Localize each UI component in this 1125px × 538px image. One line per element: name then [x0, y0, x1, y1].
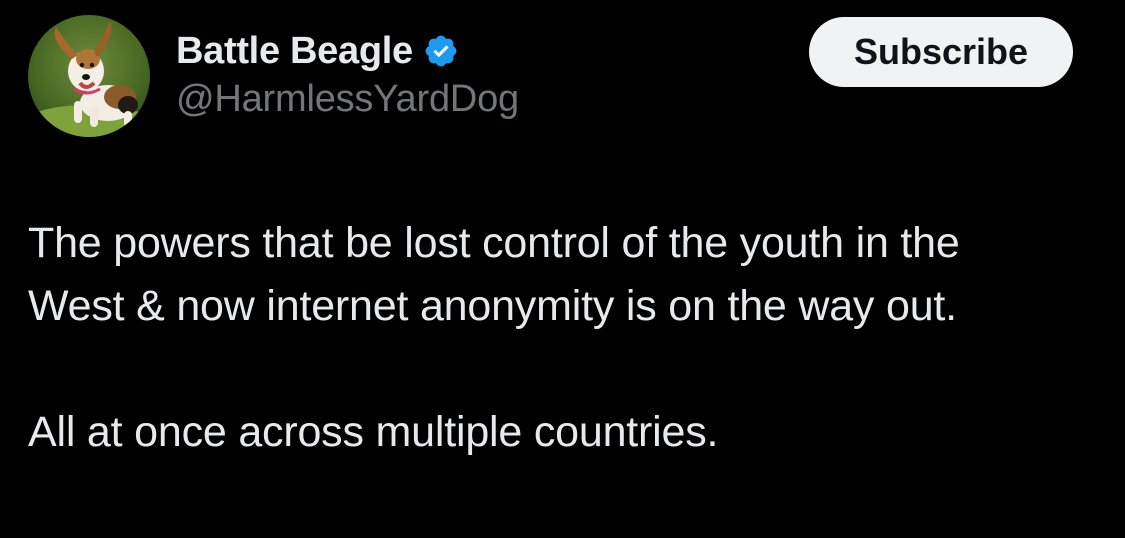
- verified-badge-icon[interactable]: [423, 33, 459, 69]
- subscribe-button[interactable]: Subscribe: [809, 17, 1073, 87]
- author-handle[interactable]: @HarmlessYardDog: [176, 78, 519, 121]
- display-name-row: Battle Beagle: [176, 26, 519, 76]
- tweet-text-line-1: The powers that be lost control of the y…: [28, 219, 960, 267]
- beagle-avatar-icon: [28, 15, 150, 137]
- tweet-text-paragraph-2: All at once across multiple countries.: [28, 408, 719, 456]
- author-info: Battle Beagle @HarmlessYardDog: [176, 26, 519, 121]
- author-display-name[interactable]: Battle Beagle: [176, 30, 413, 73]
- author-avatar[interactable]: [28, 15, 150, 137]
- tweet-text-line-2: West & now internet anonymity is on the …: [28, 282, 957, 330]
- tweet: Battle Beagle @HarmlessYardDog Subscribe…: [0, 0, 1125, 538]
- tweet-text: The powers that be lost control of the y…: [28, 212, 1108, 464]
